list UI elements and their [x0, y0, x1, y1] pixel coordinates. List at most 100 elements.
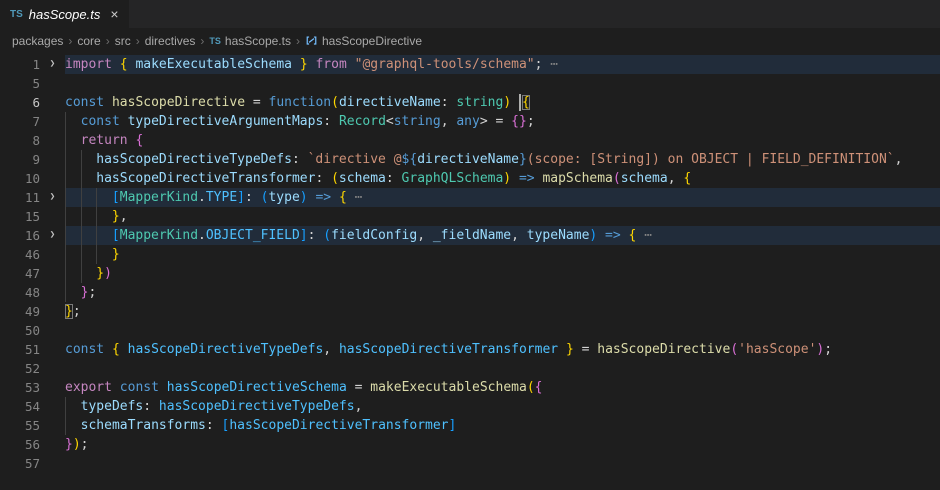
line-number: 48	[0, 283, 40, 302]
token: =	[245, 95, 268, 110]
code-line[interactable]: 56});	[0, 435, 940, 454]
code-line[interactable]: 16❯[MapperKind.OBJECT_FIELD]: (fieldConf…	[0, 226, 940, 245]
close-tab-icon[interactable]: ×	[110, 7, 118, 21]
code-line[interactable]: 55schemaTransforms: [hasScopeDirectiveTr…	[0, 416, 940, 435]
token: )	[104, 266, 112, 281]
breadcrumb-item-packages[interactable]: packages	[12, 34, 63, 48]
token: typeDirectiveArgumentMaps	[128, 114, 324, 129]
fold-chevron-icon[interactable]: ❯	[40, 226, 65, 245]
line-number: 5	[0, 74, 40, 93]
code-line[interactable]: 54typeDefs: hasScopeDirectiveTypeDefs,	[0, 397, 940, 416]
token: ]	[300, 228, 308, 243]
token: }	[65, 437, 73, 452]
token: :	[143, 399, 159, 414]
token: =	[574, 342, 597, 357]
code-content: })	[65, 264, 940, 283]
token: export	[65, 380, 120, 395]
vscode-window: TS hasScope.ts × packages › core › src ›…	[0, 0, 940, 490]
breadcrumb-item-src[interactable]: src	[115, 34, 131, 48]
token: function	[269, 95, 332, 110]
code-content	[65, 359, 940, 378]
token: string	[394, 114, 441, 129]
token: ;	[88, 285, 96, 300]
token: :	[323, 114, 339, 129]
gutter-spacer	[40, 93, 65, 112]
token: > =	[480, 114, 511, 129]
code-line[interactable]: 5	[0, 74, 940, 93]
indent-guide	[65, 131, 81, 150]
token: makeExecutableSchema	[370, 380, 527, 395]
gutter-spacer	[40, 245, 65, 264]
code-line[interactable]: 50	[0, 321, 940, 340]
token: }	[566, 342, 574, 357]
token: const	[65, 342, 112, 357]
token: hasScopeDirectiveTypeDefs	[128, 342, 324, 357]
gutter-spacer	[40, 264, 65, 283]
tab-filename: hasScope.ts	[29, 7, 101, 22]
token: makeExecutableSchema	[135, 57, 292, 72]
token: Record	[339, 114, 386, 129]
token: :	[315, 171, 331, 186]
code-line[interactable]: 49};	[0, 302, 940, 321]
breadcrumb-item-core[interactable]: core	[77, 34, 100, 48]
token: ,	[511, 228, 527, 243]
code-line[interactable]: 6 const hasScopeDirective = function(dire…	[0, 93, 940, 112]
token: }	[112, 247, 120, 262]
token: ⋯	[636, 228, 652, 243]
code-lines: 1❯import { makeExecutableSchema } from "…	[0, 55, 940, 473]
code-content: hasScopeDirectiveTypeDefs: `directive @$…	[65, 150, 940, 169]
breadcrumb: packages › core › src › directives › TS …	[0, 28, 940, 53]
code-line[interactable]: 7const typeDirectiveArgumentMaps: Record…	[0, 112, 940, 131]
breadcrumb-item-symbol[interactable]: hasScopeDirective	[322, 34, 422, 48]
token: fieldConfig	[331, 228, 417, 243]
breadcrumb-item-file[interactable]: hasScope.ts	[225, 34, 291, 48]
token: type	[268, 190, 299, 205]
line-number: 8	[0, 131, 40, 150]
code-line[interactable]: 15},	[0, 207, 940, 226]
code-line[interactable]: 11❯[MapperKind.TYPE]: (type) => { ⋯	[0, 188, 940, 207]
code-line[interactable]: 52	[0, 359, 940, 378]
code-line[interactable]: 1❯import { makeExecutableSchema } from "…	[0, 55, 940, 74]
token: hasScopeDirective	[597, 342, 730, 357]
token: =>	[308, 190, 339, 205]
code-line[interactable]: 46}	[0, 245, 940, 264]
tab-hasScope[interactable]: TS hasScope.ts ×	[0, 0, 129, 28]
breadcrumb-item-directives[interactable]: directives	[145, 34, 196, 48]
code-line[interactable]: 10hasScopeDirectiveTransformer: (schema:…	[0, 169, 940, 188]
token: ,	[120, 209, 128, 224]
code-line[interactable]: 51const { hasScopeDirectiveTypeDefs, has…	[0, 340, 940, 359]
code-content: }	[65, 245, 940, 264]
token: ${	[402, 152, 418, 167]
token: hasScopeDirective	[112, 95, 245, 110]
code-line[interactable]: 48};	[0, 283, 940, 302]
line-number: 15	[0, 207, 40, 226]
token: ;	[824, 342, 832, 357]
line-number: 46	[0, 245, 40, 264]
token: }	[519, 152, 527, 167]
token: "@graphql-tools/schema"	[355, 57, 535, 72]
token: {	[135, 133, 143, 148]
fold-chevron-icon[interactable]: ❯	[40, 55, 65, 74]
token: ,	[668, 171, 684, 186]
code-content	[65, 454, 940, 473]
code-content: const hasScopeDirective = function(direc…	[65, 93, 940, 112]
token: TYPE	[206, 190, 237, 205]
fold-chevron-icon[interactable]: ❯	[40, 188, 65, 207]
gutter-spacer	[40, 74, 65, 93]
token: MapperKind	[120, 228, 198, 243]
line-number: 6	[0, 93, 40, 112]
code-content: [MapperKind.OBJECT_FIELD]: (fieldConfig,…	[65, 226, 940, 245]
code-line[interactable]: 9hasScopeDirectiveTypeDefs: `directive @…	[0, 150, 940, 169]
token: :	[308, 228, 324, 243]
tab-bar: TS hasScope.ts ×	[0, 0, 940, 28]
code-line[interactable]: 47})	[0, 264, 940, 283]
indent-guide	[81, 150, 97, 169]
token: :	[441, 95, 457, 110]
code-line[interactable]: 53export const hasScopeDirectiveSchema =…	[0, 378, 940, 397]
gutter-spacer	[40, 340, 65, 359]
code-editor[interactable]: 1❯import { makeExecutableSchema } from "…	[0, 53, 940, 490]
code-content: };	[65, 283, 940, 302]
code-content: export const hasScopeDirectiveSchema = m…	[65, 378, 940, 397]
code-line[interactable]: 57	[0, 454, 940, 473]
code-line[interactable]: 8return {	[0, 131, 940, 150]
